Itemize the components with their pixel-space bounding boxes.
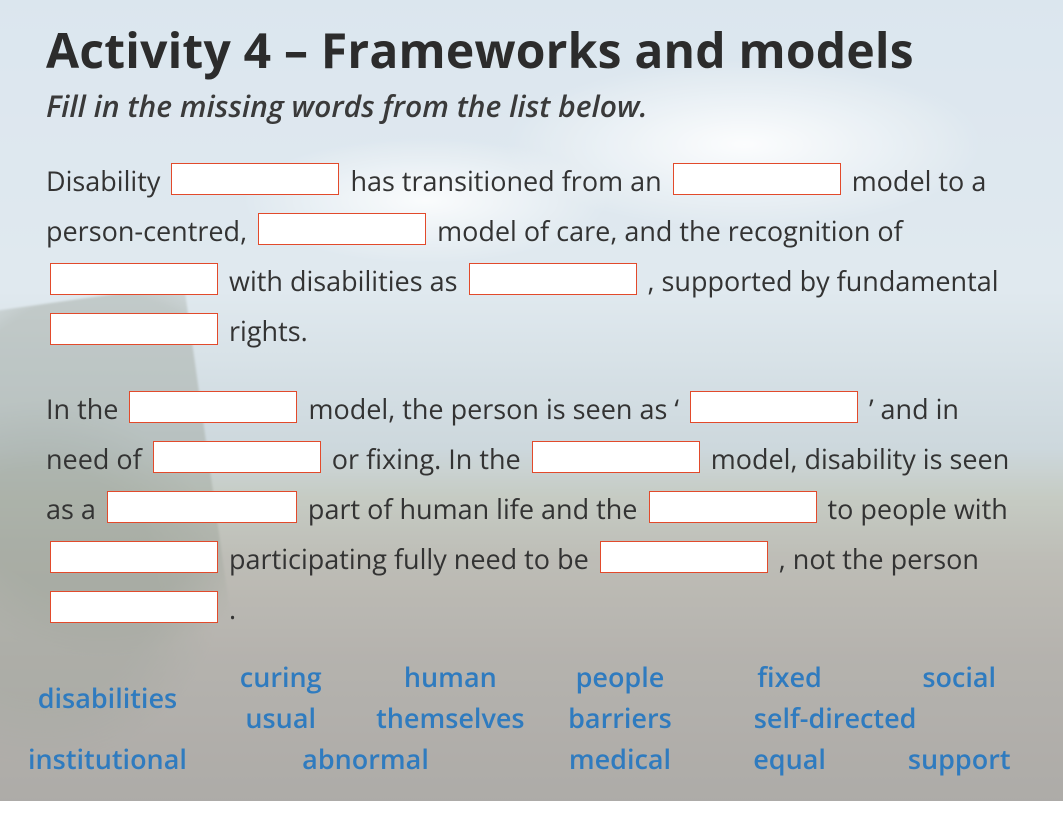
p2-text-9: , not the person [779,540,979,577]
blank-1[interactable] [171,163,339,195]
blank-12[interactable] [649,491,817,523]
word-institutional[interactable]: institutional [28,740,187,777]
word-human[interactable]: human [375,658,527,695]
word-fixed[interactable]: fixed [714,658,866,695]
word-people[interactable]: people [544,658,696,695]
word-disabilities[interactable]: disabilities [28,679,187,716]
page-title: Activity 4 – Frameworks and models [46,18,1017,83]
blank-6[interactable] [50,313,218,345]
blank-9[interactable] [153,441,321,473]
blank-11[interactable] [107,491,297,523]
p2-text-4: or fixing. In the [332,440,528,477]
p2-text-8: participating fully need to be [229,540,596,577]
word-self-directed[interactable]: self-directed [714,699,1035,736]
word-themselves[interactable]: themselves [375,699,527,736]
p2-text-2: model, the person is seen as ‘ [309,390,679,427]
word-abnormal[interactable]: abnormal [205,740,526,777]
word-barriers[interactable]: barriers [544,699,696,736]
word-bank: disabilities curing human people fixed s… [28,658,1035,777]
page-subtitle: Fill in the missing words from the list … [46,85,1017,126]
p2-text-1: In the [46,390,125,427]
p1-text-6: , supported by fundamental [648,262,999,299]
blank-13[interactable] [50,541,218,573]
p2-text-10: . [229,590,236,627]
p1-text-1: Disability [46,162,167,199]
blank-5[interactable] [469,263,637,295]
p1-text-7: rights. [229,312,308,349]
word-support[interactable]: support [883,740,1035,777]
p1-text-4: model of care, and the recognition of [437,212,903,249]
slide: Activity 4 – Frameworks and models Fill … [0,0,1063,801]
blank-15[interactable] [50,591,218,623]
blank-14[interactable] [600,541,768,573]
word-equal[interactable]: equal [714,740,866,777]
blank-8[interactable] [690,391,858,423]
word-usual[interactable]: usual [205,699,357,736]
paragraph-1: Disability has transitioned from an mode… [46,156,1017,356]
blank-4[interactable] [50,263,218,295]
paragraph-2: In the model, the person is seen as ‘ ’ … [46,384,1017,634]
blank-10[interactable] [532,441,700,473]
p1-text-5: with disabilities as [229,262,464,299]
p1-text-2: has transitioned from an [350,162,668,199]
word-curing[interactable]: curing [205,658,357,695]
blank-2[interactable] [673,163,841,195]
word-social[interactable]: social [883,658,1035,695]
blank-3[interactable] [258,213,426,245]
p2-text-7: to people with [828,490,1008,527]
word-medical[interactable]: medical [544,740,696,777]
p2-text-6: part of human life and the [308,490,645,527]
blank-7[interactable] [129,391,297,423]
